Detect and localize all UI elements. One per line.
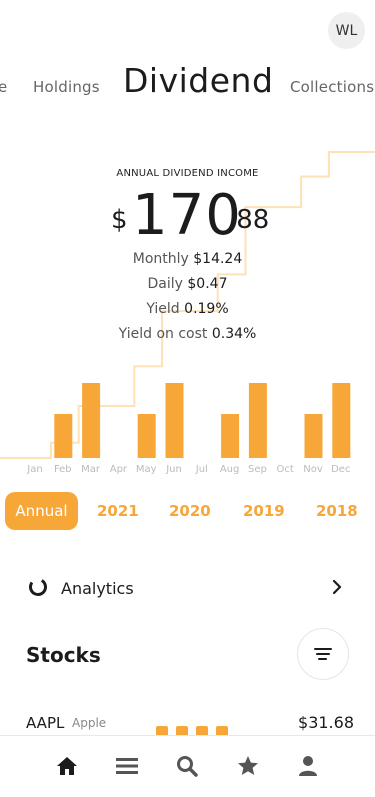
stat-yield: Yield 0.19%: [0, 301, 375, 320]
income-label: ANNUAL DIVIDEND INCOME: [116, 168, 259, 179]
month-label-jul: Jul: [195, 464, 208, 475]
year-2018-button[interactable]: 2018: [316, 492, 358, 530]
list-icon[interactable]: [115, 754, 139, 778]
sort-button[interactable]: [297, 628, 349, 680]
home-icon[interactable]: [55, 754, 79, 778]
year-2020-button[interactable]: 2020: [169, 492, 211, 530]
stat-monthly: Monthly $14.24: [0, 251, 375, 270]
stat-value: $14.24: [193, 251, 243, 267]
bar-feb[interactable]: [54, 414, 73, 458]
income-summary: ANNUAL DIVIDEND INCOME $ 170 .88 Monthly…: [0, 168, 375, 345]
month-label-may: May: [136, 464, 157, 475]
avatar[interactable]: WL: [328, 12, 365, 49]
month-label-apr: Apr: [110, 464, 128, 475]
income-currency: $: [111, 205, 128, 235]
tab-holdings[interactable]: Holdings: [33, 78, 100, 96]
stat-value: 0.19%: [184, 301, 229, 317]
search-icon[interactable]: [175, 754, 199, 778]
month-label-feb: Feb: [54, 464, 72, 475]
tab-dividend[interactable]: Dividend: [123, 61, 273, 100]
stat-value: $0.47: [187, 276, 228, 292]
month-label-dec: Dec: [331, 464, 350, 475]
stat-label: Daily: [147, 276, 183, 292]
bar-sep[interactable]: [248, 383, 267, 458]
stat-label: Yield on cost: [118, 326, 208, 342]
month-label-jun: Jun: [165, 464, 182, 475]
month-label-mar: Mar: [81, 464, 101, 475]
bottom-nav: [0, 735, 375, 797]
analytics-row[interactable]: Analytics: [0, 568, 375, 608]
income-amount: $ 170 .88: [0, 183, 375, 248]
stat-daily: Daily $0.47: [0, 276, 375, 295]
tab-collections[interactable]: Collections: [290, 78, 374, 96]
year-annual-button[interactable]: Annual: [5, 492, 78, 530]
stock-symbol: AAPL: [26, 714, 65, 732]
bar-mar[interactable]: [82, 383, 101, 458]
sort-icon: [314, 648, 332, 660]
bar-may[interactable]: [137, 414, 156, 458]
stat-label: Yield: [146, 301, 180, 317]
tab-nav: e Holdings Dividend Collections: [0, 56, 375, 106]
year-selector: Annual 2021 2020 2019 2018: [0, 492, 375, 530]
year-2019-button[interactable]: 2019: [243, 492, 285, 530]
stock-name: Apple: [72, 716, 107, 730]
bar-nov[interactable]: [304, 414, 323, 458]
month-label-sep: Sep: [248, 464, 267, 475]
bar-jun[interactable]: [165, 383, 184, 458]
stat-label: Monthly: [132, 251, 189, 267]
income-decimal: .88: [228, 205, 270, 235]
bar-dec[interactable]: [332, 383, 351, 458]
year-2021-button[interactable]: 2021: [97, 492, 139, 530]
chevron-right-icon: [332, 579, 342, 595]
income-integer: 170: [132, 183, 242, 248]
month-label-oct: Oct: [277, 464, 294, 475]
stat-value: 0.34%: [211, 326, 257, 342]
tab-partial[interactable]: e: [0, 78, 7, 96]
stock-price: $31.68: [298, 713, 354, 732]
bar-aug[interactable]: [221, 414, 240, 458]
user-icon[interactable]: [296, 754, 320, 778]
donut-chart-icon: [29, 578, 47, 596]
month-label-aug: Aug: [220, 464, 240, 475]
stat-yield-on-cost: Yield on cost 0.34%: [0, 326, 375, 345]
stock-row[interactable]: AAPL Apple $31.68: [0, 706, 375, 736]
month-label-jan: Jan: [26, 464, 42, 475]
month-label-nov: Nov: [303, 464, 323, 475]
star-icon[interactable]: [236, 754, 260, 778]
analytics-label: Analytics: [61, 579, 134, 598]
stocks-heading: Stocks: [26, 643, 101, 667]
